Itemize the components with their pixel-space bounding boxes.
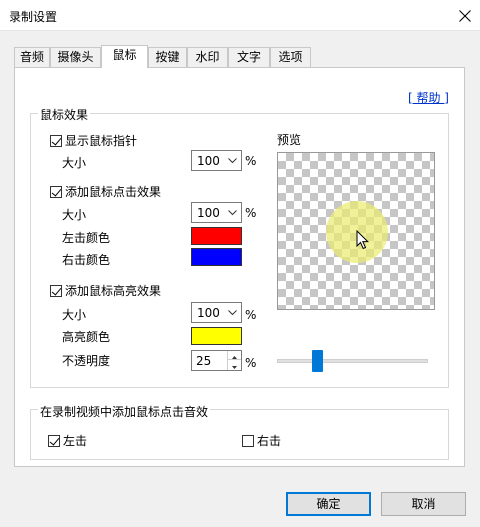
checkbox-box bbox=[50, 284, 62, 297]
checkbox-box bbox=[242, 434, 254, 447]
right-click-color-swatch[interactable] bbox=[191, 248, 242, 266]
preview-slider-track[interactable] bbox=[277, 359, 428, 363]
opacity-unit: % bbox=[245, 356, 257, 370]
window-title: 录制设置 bbox=[9, 10, 58, 24]
cancel-button[interactable]: 取消 bbox=[381, 492, 466, 516]
opacity-label: 不透明度 bbox=[62, 354, 111, 368]
opacity-spinner[interactable]: 25 bbox=[191, 350, 242, 371]
preview-slider-thumb[interactable] bbox=[312, 350, 323, 372]
pointer-size-unit: % bbox=[245, 154, 257, 168]
help-link[interactable]: [ 帮助 ] bbox=[408, 89, 449, 106]
highlight-size-unit: % bbox=[245, 308, 257, 322]
checkbox-box bbox=[50, 134, 62, 147]
title-bar: 录制设置 bbox=[0, 0, 480, 31]
chevron-down-icon bbox=[228, 310, 237, 316]
tab-watermark[interactable]: 水印 bbox=[187, 47, 228, 67]
checkbox-box bbox=[50, 185, 62, 198]
click-size-select[interactable]: 100 bbox=[191, 202, 242, 223]
mouse-effects-label: 鼠标效果 bbox=[38, 106, 91, 123]
ok-button[interactable]: 确定 bbox=[286, 492, 371, 516]
caret-down-icon bbox=[232, 366, 237, 369]
pointer-size-select[interactable]: 100 bbox=[191, 150, 242, 171]
close-button[interactable] bbox=[450, 0, 480, 31]
checkbox-box bbox=[48, 434, 60, 447]
show-pointer-checkbox[interactable]: 显示鼠标指针 bbox=[50, 132, 137, 149]
tab-text[interactable]: 文字 bbox=[228, 47, 270, 67]
tab-options[interactable]: 选项 bbox=[270, 47, 311, 67]
mouse-cursor-icon bbox=[356, 230, 370, 250]
chevron-down-icon bbox=[228, 158, 237, 164]
spin-up-button[interactable] bbox=[228, 351, 241, 360]
right-click-color-label: 右击颜色 bbox=[62, 253, 111, 267]
tab-audio[interactable]: 音频 bbox=[14, 47, 50, 67]
highlight-color-label: 高亮颜色 bbox=[62, 330, 111, 344]
pointer-size-label: 大小 bbox=[62, 156, 87, 170]
click-sound-label: 在录制视频中添加鼠标点击音效 bbox=[38, 403, 211, 420]
click-sound-right-checkbox[interactable]: 右击 bbox=[242, 432, 281, 449]
highlight-size-select[interactable]: 100 bbox=[191, 302, 242, 323]
click-sound-left-checkbox[interactable]: 左击 bbox=[48, 432, 87, 449]
spin-down-button[interactable] bbox=[228, 361, 241, 370]
highlight-effect-checkbox[interactable]: 添加鼠标高亮效果 bbox=[50, 282, 161, 299]
click-size-label: 大小 bbox=[62, 208, 87, 222]
spinner-buttons bbox=[227, 351, 241, 370]
preview-label: 预览 bbox=[277, 133, 302, 147]
close-icon bbox=[459, 10, 471, 22]
click-effect-checkbox[interactable]: 添加鼠标点击效果 bbox=[50, 183, 161, 200]
highlight-size-label: 大小 bbox=[62, 308, 87, 322]
left-click-color-swatch[interactable] bbox=[191, 227, 242, 245]
tab-keys[interactable]: 按键 bbox=[148, 47, 187, 67]
highlight-color-swatch[interactable] bbox=[191, 327, 242, 345]
chevron-down-icon bbox=[228, 210, 237, 216]
click-size-unit: % bbox=[245, 206, 257, 220]
tab-camera[interactable]: 摄像头 bbox=[50, 47, 101, 67]
left-click-color-label: 左击颜色 bbox=[62, 231, 111, 245]
preview-canvas bbox=[277, 152, 435, 310]
tab-mouse[interactable]: 鼠标 bbox=[101, 45, 148, 68]
